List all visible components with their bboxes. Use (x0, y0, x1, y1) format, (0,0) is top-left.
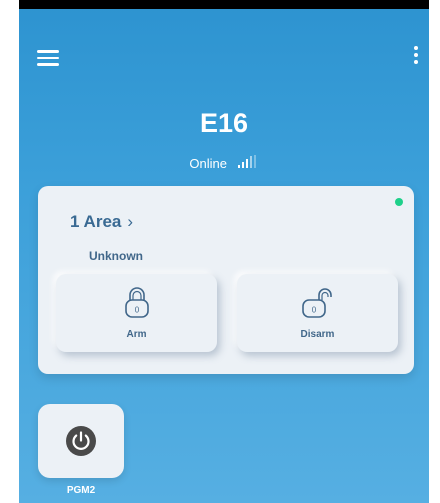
signal-bars-icon (237, 155, 256, 168)
arm-button[interactable]: 0 Arm (56, 274, 217, 352)
power-icon (66, 426, 96, 456)
disarm-badge: 0 (311, 306, 316, 315)
locked-padlock-icon: 0 (124, 287, 149, 318)
disarm-button-label: Disarm (300, 329, 335, 340)
pgm-output-label: PGM2 (66, 485, 96, 496)
online-status-dot (395, 198, 403, 206)
disarm-button[interactable]: 0 Disarm (237, 274, 398, 352)
area-state: Unknown (89, 249, 143, 263)
connection-status: Online (19, 155, 429, 171)
hamburger-menu-icon[interactable] (37, 50, 59, 66)
chevron-right-icon: › (127, 212, 134, 231)
vertical-dots-icon[interactable] (411, 46, 421, 68)
area-card: 1 Area › Unknown 0 Arm 0 Disarm (38, 186, 414, 374)
system-status-bar (19, 0, 429, 9)
arm-button-label: Arm (126, 329, 147, 340)
app-screen: E16 Online 1 Area › Unknown 0 Arm 0 Disa… (19, 0, 429, 503)
area-title-link[interactable]: 1 Area › (70, 212, 133, 232)
arm-badge: 0 (134, 306, 139, 315)
device-title: E16 (199, 108, 249, 138)
connection-status-label: Online (189, 156, 227, 171)
pgm-output-tile[interactable] (38, 404, 124, 478)
unlocked-padlock-icon: 0 (301, 288, 332, 318)
area-title-label: 1 Area (70, 212, 122, 231)
